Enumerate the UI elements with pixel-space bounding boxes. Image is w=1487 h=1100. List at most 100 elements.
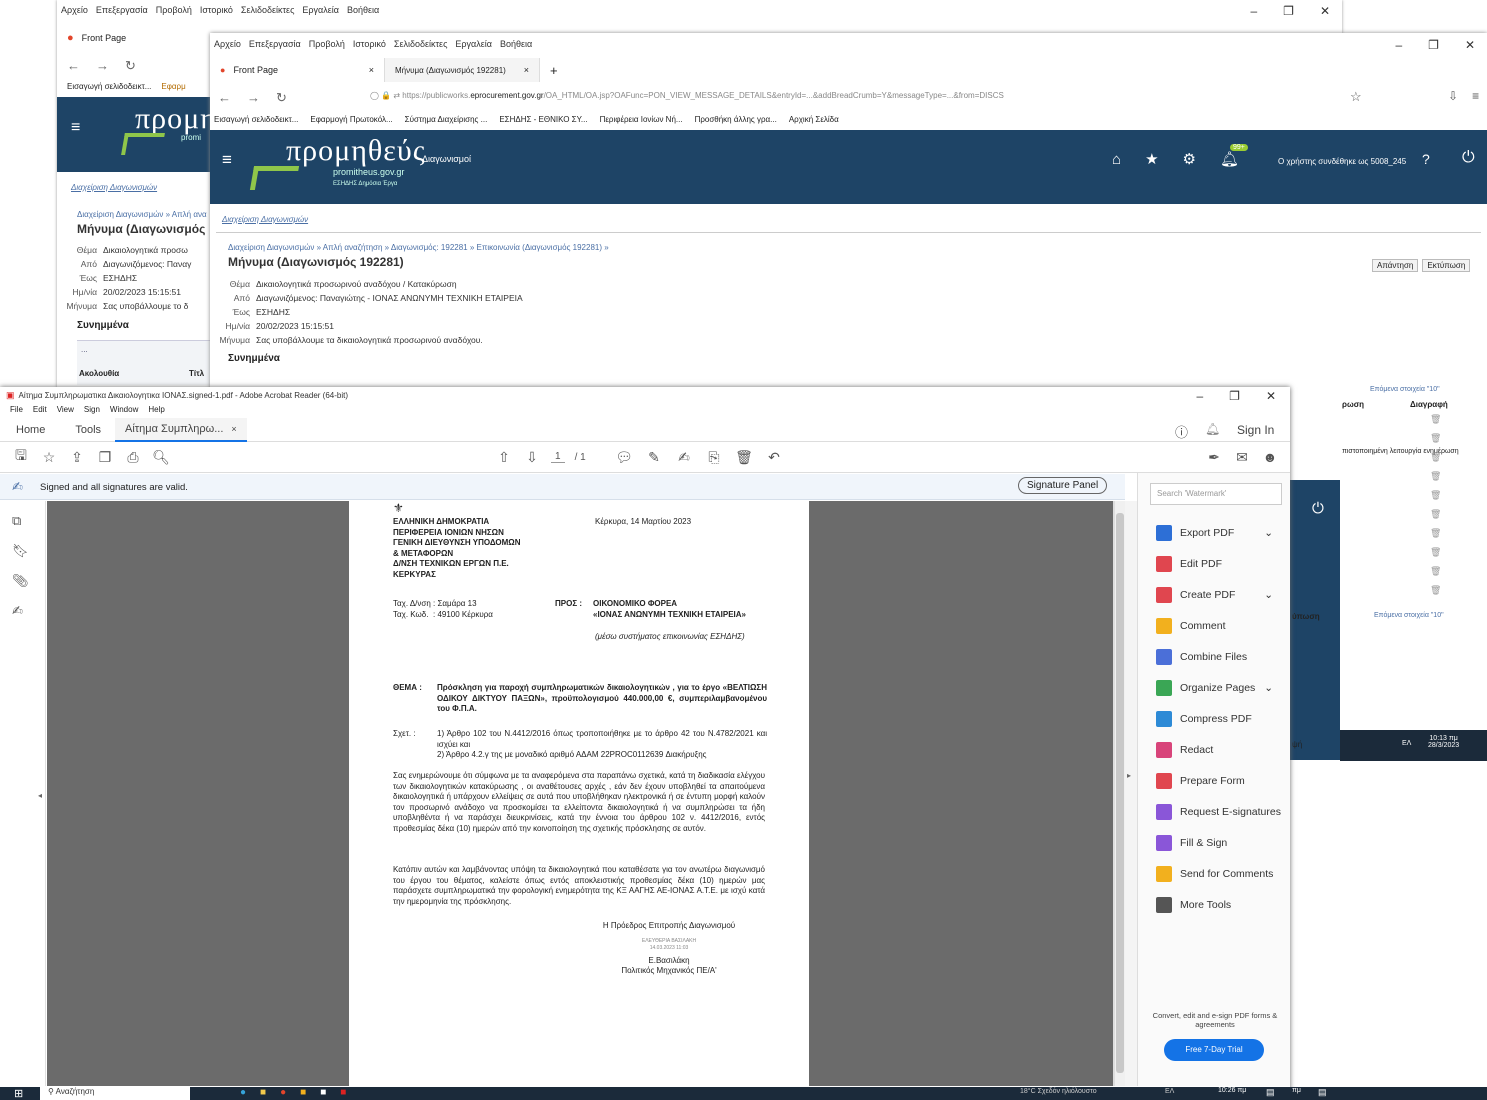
- tab-message[interactable]: Μήνυμα (Διαγωνισμός 192281) ×: [385, 58, 540, 82]
- signature-panel-button[interactable]: Signature Panel: [1018, 477, 1108, 494]
- help-icon[interactable]: ?: [1422, 151, 1430, 167]
- windows-start-icon[interactable]: ⊞: [14, 1087, 23, 1100]
- trash-icon[interactable]: 🗑︎: [1430, 585, 1441, 596]
- bell-icon[interactable]: 🔔︎: [1205, 422, 1220, 436]
- back-icon[interactable]: ←: [218, 90, 231, 106]
- menu-history[interactable]: Ιστορικό: [200, 5, 233, 15]
- menu-sign[interactable]: Sign: [84, 405, 100, 414]
- upload-icon[interactable]: ⇪: [68, 448, 86, 466]
- trash-icon[interactable]: 🗑︎: [1430, 490, 1441, 501]
- attachment-icon[interactable]: 📎︎: [12, 573, 29, 589]
- close-icon[interactable]: ✕: [1266, 389, 1276, 403]
- tool-item[interactable]: Combine Files: [1138, 641, 1291, 672]
- trash-icon[interactable]: 🗑︎: [1430, 471, 1441, 482]
- search-tools-input[interactable]: Search 'Watermark': [1150, 483, 1282, 505]
- pages-icon[interactable]: ⧉: [12, 513, 29, 529]
- tool-item[interactable]: More Tools: [1138, 889, 1291, 920]
- bookmark-star-icon[interactable]: ☆: [40, 448, 58, 466]
- page-up-icon[interactable]: ⇧: [495, 448, 513, 466]
- tool-item[interactable]: Organize Pages ⌄: [1138, 672, 1291, 703]
- menu-bookmarks[interactable]: Σελιδοδείκτες: [241, 5, 295, 15]
- minimize-icon[interactable]: –: [1196, 389, 1203, 403]
- star-icon[interactable]: ★: [1145, 150, 1158, 168]
- url-bar[interactable]: ◯ 🔒 ⇄ https://publicworks.eprocurement.g…: [370, 91, 1360, 105]
- search-icon[interactable]: 🔍︎: [152, 448, 170, 466]
- right-pane-toggle[interactable]: ▸: [1125, 501, 1137, 1086]
- maximize-icon[interactable]: ❐: [1229, 389, 1240, 403]
- tool-item[interactable]: Send for Comments: [1138, 858, 1291, 889]
- menu-edit[interactable]: Επεξεργασία: [96, 5, 148, 15]
- tool-item[interactable]: Create PDF ⌄: [1138, 579, 1291, 610]
- menu-window[interactable]: Window: [110, 405, 138, 414]
- minimize-icon[interactable]: –: [1250, 4, 1257, 18]
- tab-home[interactable]: Home: [0, 424, 61, 436]
- tool-item[interactable]: Comment: [1138, 610, 1291, 641]
- close-icon[interactable]: ×: [231, 424, 236, 434]
- copy-icon[interactable]: ❐: [96, 448, 114, 466]
- star-icon[interactable]: ☆: [1350, 89, 1362, 105]
- menu-help[interactable]: Βοήθεια: [500, 39, 532, 49]
- menu-help[interactable]: Help: [148, 405, 164, 414]
- menu-view[interactable]: Προβολή: [309, 39, 345, 49]
- tool-item[interactable]: Request E-signatures: [1138, 796, 1291, 827]
- free-trial-button[interactable]: Free 7-Day Trial: [1164, 1039, 1264, 1061]
- account-icon[interactable]: ☻: [1261, 448, 1279, 466]
- chevron-down-icon[interactable]: ⌄: [1264, 527, 1273, 539]
- tool-item[interactable]: Compress PDF: [1138, 703, 1291, 734]
- hamburger-icon[interactable]: ≡: [71, 119, 80, 137]
- sign-in-button[interactable]: Sign In: [1237, 423, 1274, 437]
- mail-icon[interactable]: ✉︎: [1233, 448, 1251, 466]
- maximize-icon[interactable]: ❐: [1428, 38, 1439, 52]
- print-icon[interactable]: ⎙: [124, 448, 142, 466]
- menu-file[interactable]: Αρχείο: [214, 39, 241, 49]
- gear-icon[interactable]: ⚙: [1183, 150, 1196, 168]
- collapse-right-icon[interactable]: ▸: [1127, 771, 1131, 780]
- bookmark-item[interactable]: Εφαρμ: [161, 82, 185, 91]
- bookmark-item[interactable]: Εισαγωγή σελιδοδεικτ...: [67, 82, 151, 91]
- stamp-icon[interactable]: ⎘: [705, 448, 723, 466]
- print-button[interactable]: Εκτύπωση: [1422, 259, 1471, 272]
- collapse-left-icon[interactable]: ◂: [38, 791, 42, 800]
- breadcrumb[interactable]: Διαχείριση Διαγωνισμών » Απλή ανα: [77, 210, 207, 219]
- nav-link-tenders[interactable]: Διαχείριση Διαγωνισμών: [222, 215, 308, 224]
- sign-icon[interactable]: ✍︎: [675, 448, 693, 466]
- hamburger-icon[interactable]: ≡: [222, 150, 232, 170]
- menu-tools[interactable]: Εργαλεία: [455, 39, 492, 49]
- bookmark-item[interactable]: Περιφέρεια Ιονίων Νή...: [600, 115, 683, 124]
- menu-edit[interactable]: Edit: [33, 405, 47, 414]
- reply-button[interactable]: Απάντηση: [1372, 259, 1419, 272]
- menu-file[interactable]: File: [10, 405, 23, 414]
- pen-icon[interactable]: ✎: [645, 448, 663, 466]
- bookmark-item[interactable]: Εισαγωγή σελιδοδεικτ...: [214, 115, 298, 124]
- minimize-icon[interactable]: –: [1395, 38, 1402, 52]
- lang-indicator[interactable]: ΕΛ: [1165, 1088, 1174, 1095]
- reload-icon[interactable]: ↻: [125, 58, 136, 74]
- forward-icon[interactable]: →: [247, 90, 260, 106]
- chevron-down-icon[interactable]: ⌄: [1264, 682, 1273, 694]
- tool-item[interactable]: Redact: [1138, 734, 1291, 765]
- delete-icon[interactable]: 🗑︎: [735, 448, 753, 466]
- menu-help[interactable]: Βοήθεια: [347, 5, 379, 15]
- menu-tools[interactable]: Εργαλεία: [302, 5, 339, 15]
- tab-tools[interactable]: Tools: [61, 424, 115, 436]
- tab-front-page[interactable]: ● Front Page: [57, 26, 210, 50]
- menu-bookmarks[interactable]: Σελιδοδείκτες: [394, 39, 448, 49]
- close-icon[interactable]: ✕: [1320, 4, 1330, 18]
- page-down-icon[interactable]: ⇩: [523, 448, 541, 466]
- tool-item[interactable]: Export PDF ⌄: [1138, 517, 1291, 548]
- menu-view[interactable]: Προβολή: [156, 5, 192, 15]
- clock-time[interactable]: 10:26 πμ: [1218, 1087, 1246, 1094]
- bookmark-item[interactable]: ΕΣΗΔΗΣ - ΕΘΝΙΚΟ ΣΥ...: [499, 115, 587, 124]
- save-icon[interactable]: 🖫︎: [12, 447, 30, 466]
- reload-icon[interactable]: ↻: [276, 90, 287, 106]
- tool-item[interactable]: Edit PDF: [1138, 548, 1291, 579]
- trash-icon[interactable]: 🗑︎: [1430, 528, 1441, 539]
- maximize-icon[interactable]: ❐: [1283, 4, 1294, 18]
- col-title[interactable]: Τίτλ: [189, 369, 204, 378]
- trash-icon[interactable]: 🗑︎: [1430, 452, 1441, 463]
- power-icon[interactable]: ⏻: [1462, 149, 1475, 167]
- page-number-input[interactable]: 1: [551, 451, 565, 463]
- bookmark-icon[interactable]: 🔖︎: [12, 543, 29, 559]
- comment-icon[interactable]: 💬︎: [615, 448, 633, 466]
- folder-icon[interactable]: ■: [300, 1087, 306, 1098]
